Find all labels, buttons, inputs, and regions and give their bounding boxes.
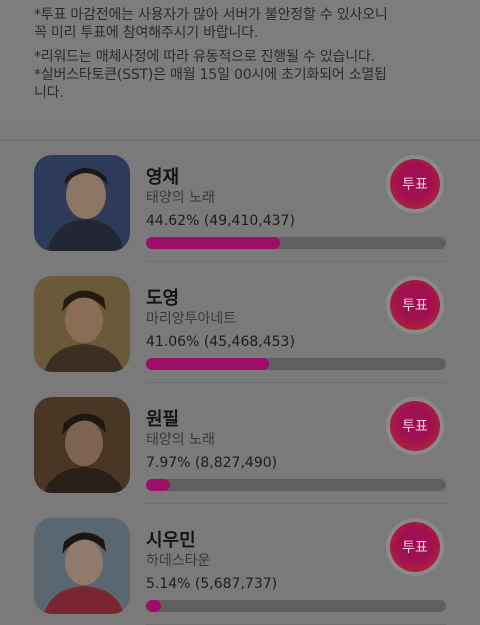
candidate-row: 원필 태양의 노래 7.97% (8,827,490) 투표: [0, 383, 480, 504]
candidate-row: 도영 마리앙투아네트 41.06% (45,468,453) 투표: [0, 262, 480, 383]
candidate-name: 영재: [146, 167, 180, 188]
candidate-song: 마리앙투아네트: [146, 311, 237, 327]
candidate-photo: [34, 397, 130, 493]
candidate-song: 태양의 노래: [146, 432, 215, 448]
candidate-percent: 41.06% (45,468,453): [146, 334, 295, 350]
candidate-photo: [34, 276, 130, 372]
notice-panel: *투표 마감전에는 사용자가 많아 서버가 불안정할 수 있사오니 꼭 미리 투…: [0, 0, 480, 120]
notice-line: *리워드는 매체사정에 따라 유동적으로 진행될 수 있습니다.: [34, 49, 375, 65]
candidate-row: 시우민 하데스타운 5.14% (5,687,737) 투표: [0, 504, 480, 625]
notice-line: 니다.: [34, 85, 64, 101]
vote-progress-fill: [146, 479, 170, 491]
vote-progress-fill: [146, 600, 162, 612]
notice-line: 꼭 미리 투표에 참여해주시기 바랍니다.: [34, 25, 259, 41]
candidate-list: 영재 태양의 노래 44.62% (49,410,437) 투표 도영 마리앙투…: [0, 141, 480, 625]
vote-progress-bar: [146, 358, 446, 370]
vote-button[interactable]: 투표: [390, 522, 440, 572]
candidate-percent: 5.14% (5,687,737): [146, 576, 278, 592]
candidate-photo: [34, 155, 130, 251]
vote-progress-bar: [146, 237, 446, 249]
vote-button[interactable]: 투표: [390, 280, 440, 330]
candidate-name: 원필: [146, 409, 180, 430]
candidate-song: 하데스타운: [146, 553, 211, 569]
vote-progress-bar: [146, 600, 446, 612]
candidate-song: 태양의 노래: [146, 190, 215, 206]
vote-progress-bar: [146, 479, 446, 491]
candidate-name: 시우민: [146, 530, 196, 551]
candidate-percent: 7.97% (8,827,490): [146, 455, 278, 471]
vote-button[interactable]: 투표: [390, 401, 440, 451]
vote-progress-fill: [146, 358, 270, 370]
candidate-percent: 44.62% (49,410,437): [146, 213, 295, 229]
candidate-name: 도영: [146, 288, 180, 309]
vote-progress-fill: [146, 237, 280, 249]
notice-line: *실버스타토큰(SST)은 매월 15일 00시에 초기화되어 소멸됩: [34, 67, 387, 83]
candidate-photo: [34, 518, 130, 614]
notice-line: *투표 마감전에는 사용자가 많아 서버가 불안정할 수 있사오니: [34, 7, 388, 23]
vote-button[interactable]: 투표: [390, 159, 440, 209]
candidate-row: 영재 태양의 노래 44.62% (49,410,437) 투표: [0, 141, 480, 262]
